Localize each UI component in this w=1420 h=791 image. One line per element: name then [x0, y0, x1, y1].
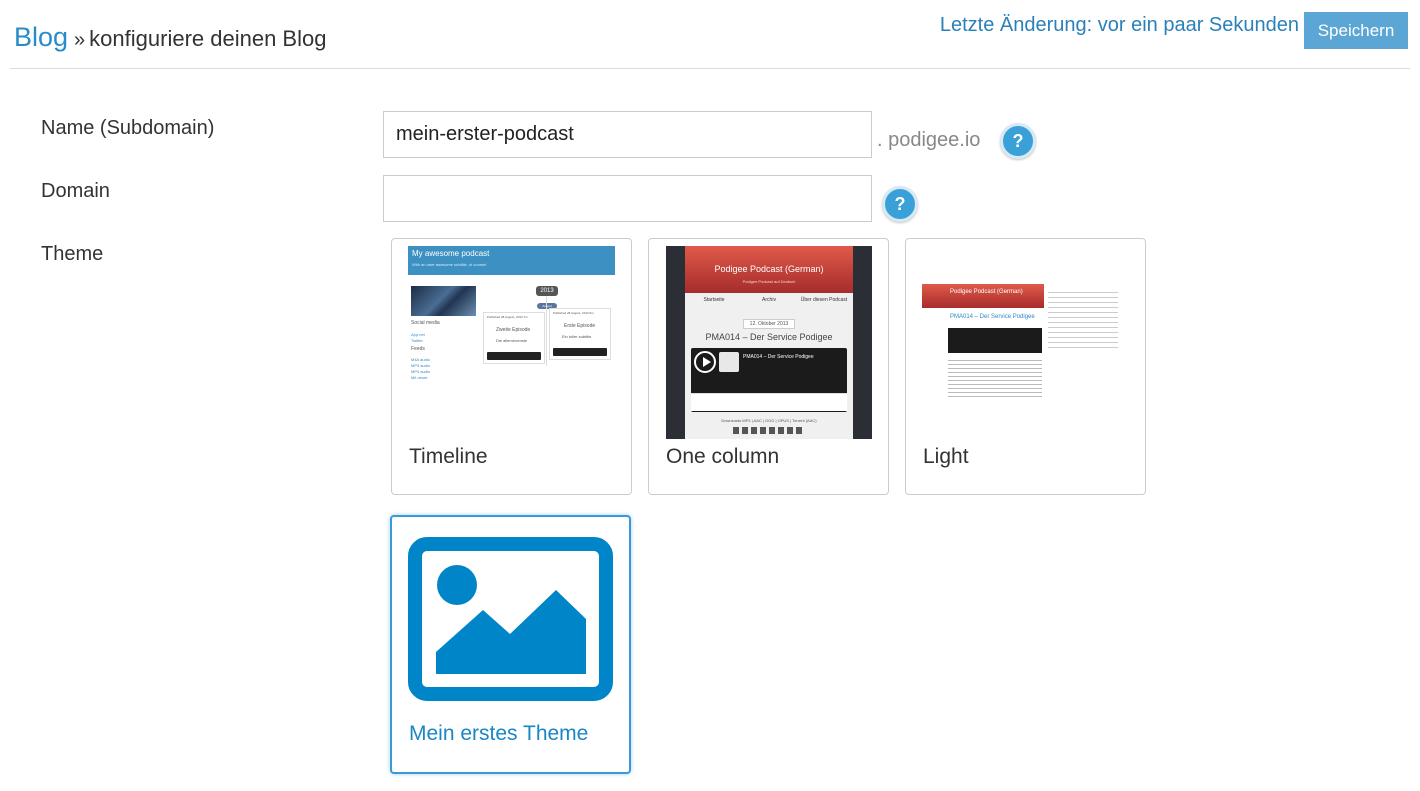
light-preview-header: Podigee Podcast (German) [922, 284, 1044, 308]
light-preview-player [948, 328, 1042, 353]
one-column-preview-nav-item: Startseite [703, 297, 725, 303]
timeline-preview-episode-date: Published 28 August, 2013 5m [553, 311, 594, 315]
timeline-preview-social: Social media [411, 320, 440, 326]
page-title: konfiguriere deinen Blog [89, 26, 327, 51]
timeline-preview-episode-date: Published 28 August, 2013 7m [487, 315, 528, 319]
image-placeholder-icon [408, 537, 613, 701]
timeline-preview: My awesome podcast With an uber awesome … [408, 246, 615, 439]
timeline-preview-image [411, 286, 476, 316]
timeline-preview-episode-title: Erste Episode [564, 323, 596, 329]
timeline-preview-link: Mit neuer [411, 375, 428, 380]
timeline-preview-player [487, 352, 541, 360]
theme-card-timeline[interactable]: My awesome podcast With an uber awesome … [391, 238, 632, 495]
one-column-preview-subtitle: Podigee Podcast auf Deutsch [742, 279, 796, 284]
one-column-preview-player-title: PMA014 – Der Service Podigee [743, 354, 814, 360]
help-glyph: ? [894, 193, 906, 214]
timeline-preview-axis [546, 296, 547, 366]
light-preview: Podigee Podcast (German) PMA014 – Der Se… [922, 284, 1129, 402]
one-column-preview-chapters [691, 393, 847, 411]
theme-card-light[interactable]: Podigee Podcast (German) PMA014 – Der Se… [905, 238, 1146, 495]
one-column-preview-page: Podigee Podcast (German) Podigee Podcast… [685, 246, 853, 439]
theme-name: Timeline [409, 445, 488, 468]
domain-input[interactable] [383, 175, 872, 222]
theme-card-one-column[interactable]: Podigee Podcast (German) Podigee Podcast… [648, 238, 889, 495]
domain-label: Domain [41, 180, 110, 202]
timeline-preview-link: Twitter [411, 338, 423, 343]
timeline-preview-episode: Published 28 August, 2013 7m Zweite Epis… [483, 312, 545, 364]
one-column-preview-title: Podigee Podcast (German) [714, 264, 824, 274]
theme-name: Mein erstes Theme [409, 722, 589, 745]
one-column-preview-downloads: Downloads MP3 | AAC | OGG | OPUS | Torre… [721, 418, 817, 423]
light-preview-sidebar [1048, 288, 1118, 348]
theme-label: Theme [41, 243, 104, 265]
podcast-logo [719, 352, 739, 372]
header-divider [10, 68, 1410, 69]
timeline-preview-player [553, 348, 607, 356]
one-column-preview-nav-item: Archiv [762, 297, 776, 303]
timeline-preview-header: My awesome podcast With an uber awesome … [408, 246, 615, 275]
page-header: Blog » konfiguriere deinen Blog Letzte Änd… [0, 0, 1420, 70]
breadcrumb: Blog » konfiguriere deinen Blog [14, 22, 326, 53]
light-preview-episode: PMA014 – Der Service Podigee [950, 314, 1035, 320]
light-preview-page: Podigee Podcast (German) PMA014 – Der Se… [922, 284, 1129, 402]
timeline-preview-episode-subtitle: Die allerneuenste [496, 338, 528, 343]
timeline-preview-year: 2013 [536, 286, 558, 296]
subdomain-help-icon[interactable]: ? [1000, 123, 1036, 159]
timeline-preview-title: My awesome podcast [412, 249, 490, 258]
one-column-preview: Podigee Podcast (German) Podigee Podcast… [666, 246, 872, 439]
light-preview-title: Podigee Podcast (German) [950, 289, 1023, 295]
timeline-preview-link: App.net [411, 332, 425, 337]
timeline-preview-feeds: Feeds [411, 346, 425, 352]
save-button[interactable]: Speichern [1304, 12, 1408, 49]
theme-name: One column [666, 445, 780, 468]
breadcrumb-separator: » [74, 29, 86, 51]
one-column-preview-episode: PMA014 – Der Service Podigee [705, 332, 833, 342]
timeline-preview-episode-subtitle: Ein toller subtitle [562, 334, 592, 339]
last-change-status: Letzte Änderung: vor ein paar Sekunden [939, 14, 1299, 36]
one-column-preview-header: Podigee Podcast (German) Podigee Podcast… [685, 246, 853, 293]
one-column-preview-date: 12. Oktober 2013 [743, 319, 795, 329]
timeline-preview-link: M4A audio [411, 357, 430, 362]
subdomain-input[interactable] [383, 111, 872, 158]
play-icon [694, 351, 716, 373]
breadcrumb-blog-link[interactable]: Blog [14, 22, 68, 52]
light-preview-text [948, 357, 1042, 397]
domain-help-icon[interactable]: ? [882, 186, 918, 222]
help-glyph: ? [1012, 130, 1024, 151]
theme-name: Light [923, 445, 969, 468]
subdomain-suffix: . podigee.io [877, 129, 981, 151]
timeline-preview-link: MP3 audio [411, 363, 431, 368]
theme-card-custom[interactable]: Mein erstes Theme [390, 515, 631, 774]
timeline-preview-episode-title: Zweite Episode [496, 327, 531, 333]
timeline-preview-link: MP4 audio [411, 369, 431, 374]
one-column-preview-nav-item: Über diesen Podcast [800, 297, 848, 303]
name-label: Name (Subdomain) [41, 117, 215, 139]
timeline-preview-subtitle: With an uber awesome subtitle, of course… [412, 262, 487, 267]
timeline-preview-episode: Published 28 August, 2013 5m Erste Episo… [549, 308, 611, 360]
share-icons [733, 427, 803, 434]
